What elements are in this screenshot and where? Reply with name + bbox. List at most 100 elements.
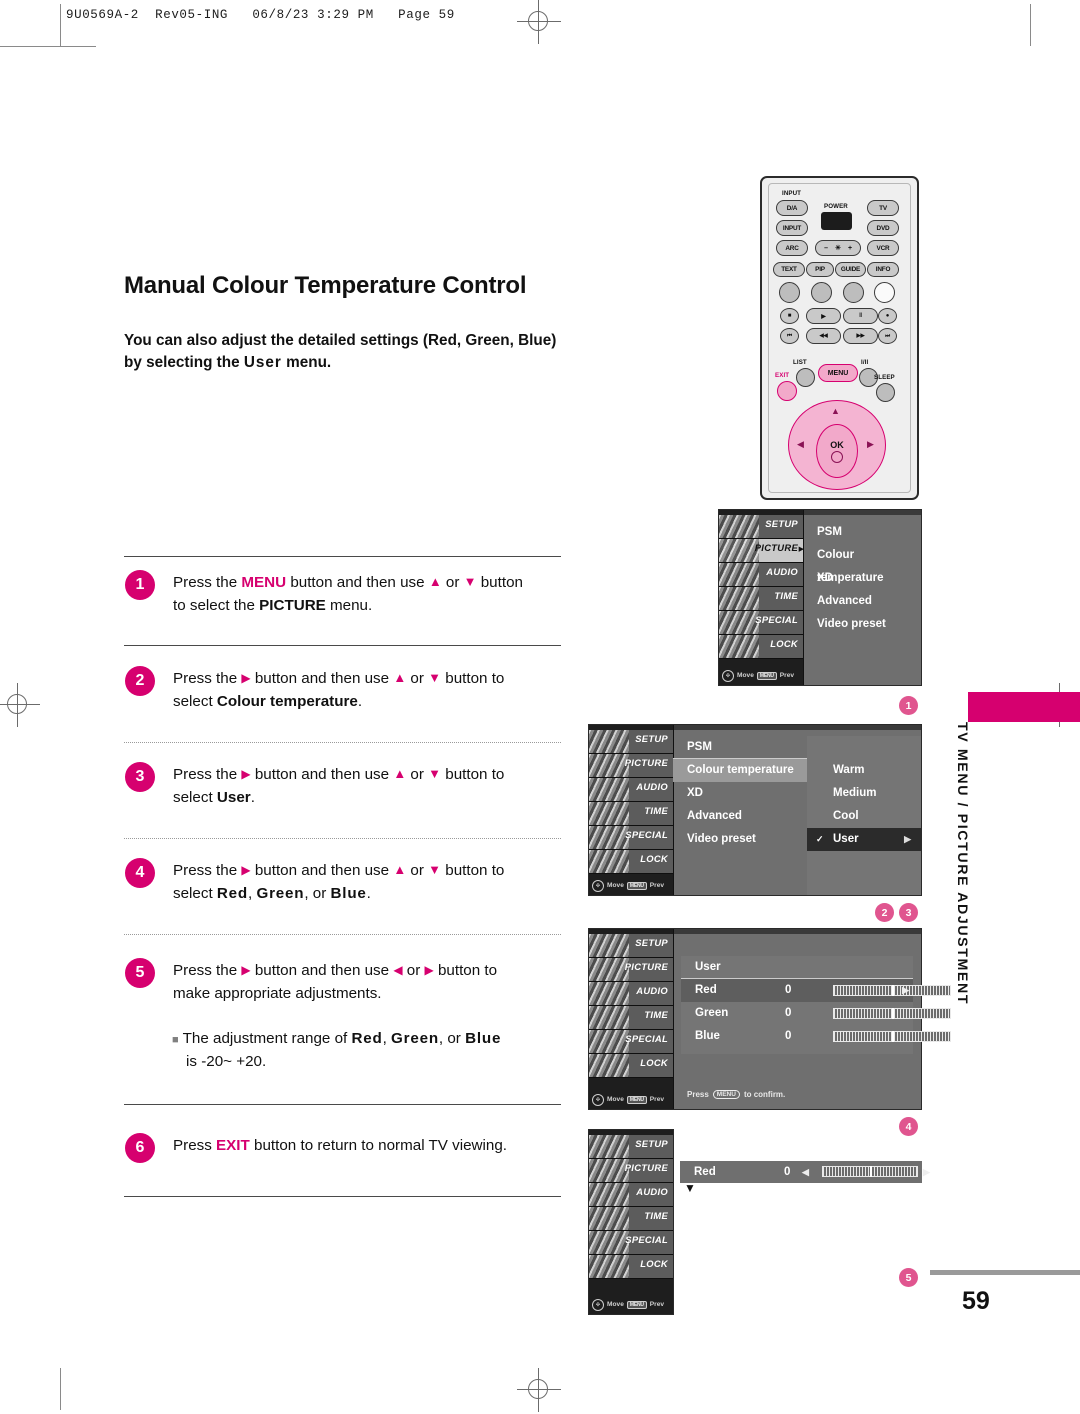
osd-2-item-video-preset[interactable]: Video preset bbox=[673, 828, 807, 851]
remote-record-button[interactable]: ● bbox=[878, 308, 897, 324]
osd-3-row-red[interactable]: Red 0 ▶ bbox=[681, 979, 951, 1002]
osd-3-row-blue[interactable]: Blue 0 bbox=[681, 1025, 951, 1048]
slider-knob[interactable] bbox=[892, 985, 894, 996]
remote-exit-button[interactable] bbox=[777, 381, 797, 401]
registration-mark-left bbox=[0, 683, 40, 727]
osd-4-row-red[interactable]: Red 0 ◀ ▶ bbox=[680, 1161, 930, 1183]
remote-tv-button[interactable]: TV bbox=[867, 200, 899, 216]
sidebar-item-audio[interactable]: AUDIO bbox=[589, 982, 673, 1006]
osd-1-item-advanced[interactable]: Advanced bbox=[803, 590, 921, 613]
sidebar-item-special[interactable]: SPECIAL bbox=[589, 1030, 673, 1054]
remote-colour-button-blue[interactable] bbox=[874, 282, 895, 303]
remote-arc-button[interactable]: ARC bbox=[776, 240, 808, 256]
sidebar-item-special[interactable]: SPECIAL bbox=[719, 611, 803, 635]
sidebar-label: PICTURE bbox=[624, 757, 668, 768]
remote-fastforward-button[interactable]: ▶▶ bbox=[843, 328, 878, 344]
sidebar-item-setup[interactable]: SETUP bbox=[589, 934, 673, 958]
sidebar-label: SETUP bbox=[765, 518, 798, 529]
red-slider[interactable] bbox=[833, 985, 951, 996]
remote-colour-button-red[interactable] bbox=[779, 282, 800, 303]
sidebar-item-time[interactable]: TIME bbox=[589, 1207, 673, 1231]
remote-vcr-button[interactable]: VCR bbox=[867, 240, 899, 256]
remote-pause-button[interactable]: ‖ bbox=[843, 308, 878, 324]
remote-list-button[interactable] bbox=[796, 368, 815, 387]
osd-2-option-warm[interactable]: Warm bbox=[807, 759, 921, 782]
step-2-t3: or bbox=[406, 670, 429, 687]
osd-2-item-colour-temperature[interactable]: Colour temperature bbox=[673, 759, 807, 782]
divider-below-step-1 bbox=[124, 645, 561, 646]
sidebar-item-time[interactable]: TIME bbox=[719, 587, 803, 611]
sidebar-item-setup[interactable]: SETUP bbox=[589, 730, 673, 754]
remote-colour-button-yellow[interactable] bbox=[843, 282, 864, 303]
right-arrow-icon[interactable]: ▶ bbox=[867, 439, 874, 450]
up-arrow-icon: ▲ bbox=[393, 766, 407, 781]
slider-knob[interactable] bbox=[870, 1166, 872, 1177]
remote-stop-button[interactable]: ■ bbox=[780, 308, 799, 324]
sidebar-item-setup[interactable]: SETUP bbox=[589, 1135, 673, 1159]
osd-2-option-cool[interactable]: Cool bbox=[807, 805, 921, 828]
slider-knob[interactable] bbox=[892, 1031, 894, 1042]
row-value: 0 bbox=[785, 984, 792, 996]
remote-play-button[interactable]: ▶ bbox=[806, 308, 841, 324]
sidebar-item-audio[interactable]: AUDIO bbox=[589, 1183, 673, 1207]
osd-1-item-colour-temperature[interactable]: Colour temperature bbox=[803, 544, 921, 584]
osd-2-option-user[interactable]: ✓ User ▶ bbox=[807, 828, 921, 851]
remote-dvd-button[interactable]: DVD bbox=[867, 220, 899, 236]
remote-pip-button[interactable]: PIP bbox=[806, 262, 834, 277]
side-tab-bar bbox=[968, 692, 1080, 722]
sidebar-label: SETUP bbox=[635, 937, 668, 948]
step-2-t1: Press the bbox=[173, 670, 242, 687]
sidebar-item-picture[interactable]: PICTURE▶ bbox=[719, 539, 803, 563]
red-slider[interactable] bbox=[822, 1166, 918, 1177]
remote-rewind-button[interactable]: ◀◀ bbox=[806, 328, 841, 344]
left-arrow-icon[interactable]: ◀ bbox=[797, 439, 804, 450]
osd-2-item-advanced[interactable]: Advanced bbox=[673, 805, 807, 828]
sidebar-item-special[interactable]: SPECIAL bbox=[589, 1231, 673, 1255]
slider-knob[interactable] bbox=[892, 1008, 894, 1019]
remote-menu-button[interactable]: MENU bbox=[818, 364, 858, 382]
osd-2-item-psm[interactable]: PSM bbox=[673, 736, 807, 759]
osd-1-item-psm[interactable]: PSM bbox=[803, 521, 921, 544]
sidebar-item-time[interactable]: TIME bbox=[589, 802, 673, 826]
sidebar-item-special[interactable]: SPECIAL bbox=[589, 826, 673, 850]
osd-3-row-green[interactable]: Green 0 bbox=[681, 1002, 951, 1025]
osd-2-item-xd[interactable]: XD bbox=[673, 782, 807, 805]
remote-da-button[interactable]: D/A bbox=[776, 200, 808, 216]
note-blue-key: Blue bbox=[465, 1030, 502, 1047]
sidebar-item-picture[interactable]: PICTURE bbox=[589, 754, 673, 778]
up-arrow-icon[interactable]: ▲ bbox=[831, 406, 840, 416]
left-arrow-icon[interactable]: ◀ bbox=[802, 1161, 809, 1183]
sidebar-item-lock[interactable]: LOCK bbox=[589, 850, 673, 874]
osd-menu-colour-temperature: SETUP PICTURE AUDIO TIME SPECIAL LOCK ✣ … bbox=[588, 724, 922, 896]
check-icon: ✓ bbox=[816, 834, 824, 844]
remote-next-button[interactable]: ⏭ bbox=[878, 328, 897, 344]
right-arrow-icon[interactable]: ▶ bbox=[923, 1161, 930, 1183]
sidebar-item-picture[interactable]: PICTURE bbox=[589, 1159, 673, 1183]
remote-colour-button-green[interactable] bbox=[811, 282, 832, 303]
remote-input-button[interactable]: INPUT bbox=[776, 220, 808, 236]
remote-power-button[interactable]: OK bbox=[821, 212, 852, 230]
right-arrow-icon: ▶ bbox=[241, 963, 251, 977]
remote-guide-button[interactable]: GUIDE bbox=[835, 262, 866, 277]
sidebar-label: LOCK bbox=[640, 1057, 668, 1068]
sidebar-item-lock[interactable]: LOCK bbox=[589, 1054, 673, 1078]
remote-text-button[interactable]: TEXT bbox=[773, 262, 805, 277]
sidebar-item-setup[interactable]: SETUP bbox=[719, 515, 803, 539]
sidebar-item-lock[interactable]: LOCK bbox=[589, 1255, 673, 1279]
blue-slider[interactable] bbox=[833, 1031, 951, 1042]
sidebar-item-time[interactable]: TIME bbox=[589, 1006, 673, 1030]
osd-2-option-medium[interactable]: Medium bbox=[807, 782, 921, 805]
remote-previous-button[interactable]: ⏮ bbox=[780, 328, 799, 344]
osd-1-item-xd[interactable]: XD bbox=[803, 567, 921, 590]
green-slider[interactable] bbox=[833, 1008, 951, 1019]
sidebar-item-audio[interactable]: AUDIO bbox=[719, 563, 803, 587]
sidebar-item-picture[interactable]: PICTURE bbox=[589, 958, 673, 982]
confirm-menu-key: MENU bbox=[712, 1090, 740, 1099]
sidebar-label: SPECIAL bbox=[755, 614, 798, 625]
remote-info-button[interactable]: INFO bbox=[867, 262, 899, 277]
osd-1-item-video-preset[interactable]: Video preset bbox=[803, 613, 921, 636]
print-slug: 9U0569A-2 Rev05-ING 06/8/23 3:29 PM Page… bbox=[66, 8, 455, 22]
sidebar-item-audio[interactable]: AUDIO bbox=[589, 778, 673, 802]
remote-brightness-rocker[interactable]: – ☀ + bbox=[815, 240, 861, 256]
sidebar-item-lock[interactable]: LOCK bbox=[719, 635, 803, 659]
